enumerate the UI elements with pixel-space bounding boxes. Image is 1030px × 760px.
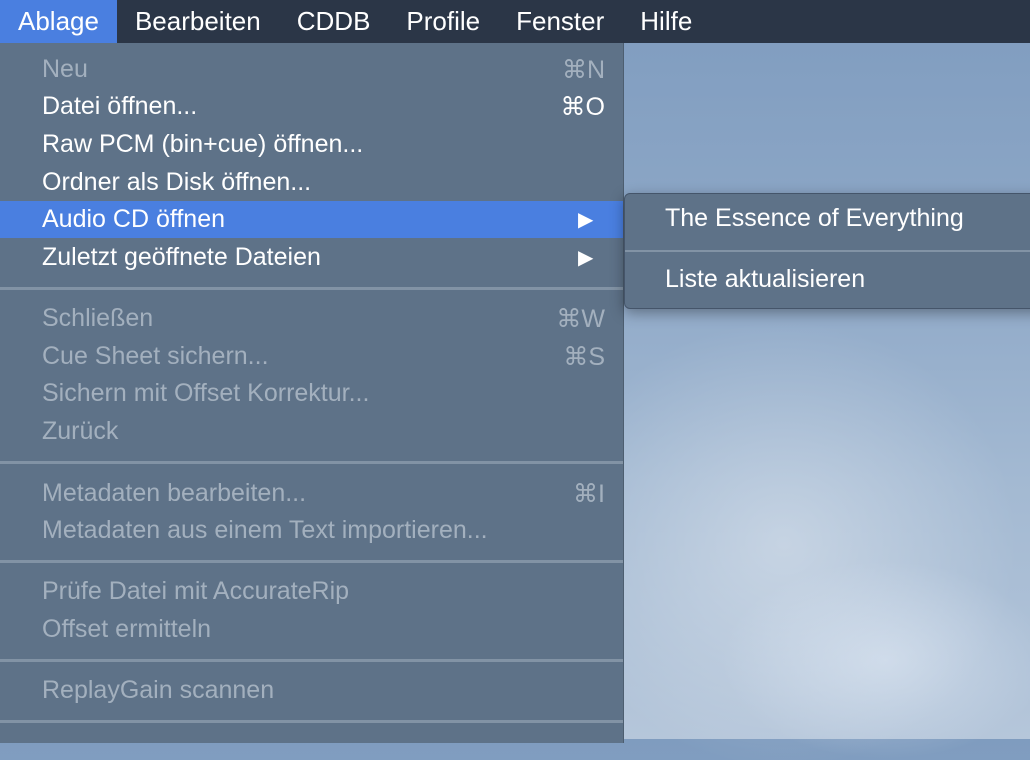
menu-item-label: Raw PCM (bin+cue) öffnen...: [42, 130, 364, 158]
submenu-arrow-icon: ▶: [578, 209, 594, 231]
menu-bar: Ablage Bearbeiten CDDB Profile Fenster H…: [0, 0, 1030, 43]
menu-item-schliessen[interactable]: Schließen ⌘W: [0, 300, 623, 337]
menu-item-cue-sheet-sichern[interactable]: Cue Sheet sichern... ⌘S: [0, 338, 623, 375]
shortcut-label: ⌘W: [556, 304, 605, 333]
menu-item-audio-cd-oeffnen[interactable]: Audio CD öffnen ▶: [0, 201, 623, 238]
menu-ablage[interactable]: Ablage: [0, 0, 117, 43]
menu-item-label: Prüfe Datei mit AccurateRip: [42, 577, 350, 605]
menu-item-label: Audio CD öffnen: [42, 205, 225, 233]
menu-fenster[interactable]: Fenster: [498, 0, 622, 43]
menu-cddb[interactable]: CDDB: [279, 0, 389, 43]
audio-cd-submenu: The Essence of Everything Liste aktualis…: [624, 193, 1030, 309]
submenu-item-label: The Essence of Everything: [665, 204, 964, 232]
menu-separator: [0, 461, 623, 464]
menu-item-label: ReplayGain scannen: [42, 676, 275, 704]
menu-item-label: Datei öffnen...: [42, 92, 198, 120]
menu-item-accuraterip[interactable]: Prüfe Datei mit AccurateRip: [0, 573, 623, 610]
shortcut-label: ⌘S: [563, 342, 605, 371]
menu-item-label: Sichern mit Offset Korrektur...: [42, 379, 370, 407]
menu-separator: [0, 659, 623, 662]
ablage-dropdown-menu: Neu ⌘N Datei öffnen... ⌘O Raw PCM (bin+c…: [0, 43, 624, 743]
menu-item-ordner-als-disk[interactable]: Ordner als Disk öffnen...: [0, 164, 623, 201]
menu-item-label: Metadaten bearbeiten...: [42, 479, 307, 507]
shortcut-label: ⌘N: [561, 55, 605, 84]
menu-item-replaygain[interactable]: ReplayGain scannen: [0, 672, 623, 709]
menu-item-raw-pcm-oeffnen[interactable]: Raw PCM (bin+cue) öffnen...: [0, 126, 623, 163]
menu-bearbeiten[interactable]: Bearbeiten: [117, 0, 279, 43]
menu-item-datei-oeffnen[interactable]: Datei öffnen... ⌘O: [0, 88, 623, 125]
menu-item-neu[interactable]: Neu ⌘N: [0, 51, 623, 88]
menu-item-label: Zurück: [42, 417, 119, 445]
menu-item-label: Metadaten aus einem Text importieren...: [42, 516, 488, 544]
menu-separator: [0, 287, 623, 290]
shortcut-label: ⌘O: [560, 92, 605, 121]
shortcut-label: ⌘I: [573, 479, 605, 508]
menu-item-label: Schließen: [42, 304, 154, 332]
menu-item-zuletzt-geoeffnet[interactable]: Zuletzt geöffnete Dateien ▶: [0, 239, 623, 276]
menu-separator: [0, 720, 623, 723]
menu-item-sichern-mit-offset[interactable]: Sichern mit Offset Korrektur...: [0, 375, 623, 412]
submenu-arrow-icon: ▶: [578, 247, 594, 269]
menu-separator: [0, 560, 623, 563]
menu-separator: [625, 250, 1030, 252]
menu-item-label: Ordner als Disk öffnen...: [42, 168, 312, 196]
submenu-item-liste-aktualisieren[interactable]: Liste aktualisieren: [625, 261, 1030, 301]
menu-item-metadaten-importieren[interactable]: Metadaten aus einem Text importieren...: [0, 512, 623, 549]
submenu-item-label: Liste aktualisieren: [665, 265, 866, 293]
menu-hilfe[interactable]: Hilfe: [622, 0, 710, 43]
menu-item-offset-ermitteln[interactable]: Offset ermitteln: [0, 611, 623, 648]
menu-profile[interactable]: Profile: [388, 0, 498, 43]
menu-item-label: Offset ermitteln: [42, 615, 212, 643]
menu-item-label: Zuletzt geöffnete Dateien: [42, 243, 321, 271]
menu-item-label: Cue Sheet sichern...: [42, 342, 269, 370]
submenu-item-cd-title[interactable]: The Essence of Everything: [625, 200, 1030, 240]
menu-item-label: Neu: [42, 55, 88, 83]
menu-item-metadaten-bearbeiten[interactable]: Metadaten bearbeiten... ⌘I: [0, 475, 623, 512]
menu-item-zurueck[interactable]: Zurück: [0, 413, 623, 450]
